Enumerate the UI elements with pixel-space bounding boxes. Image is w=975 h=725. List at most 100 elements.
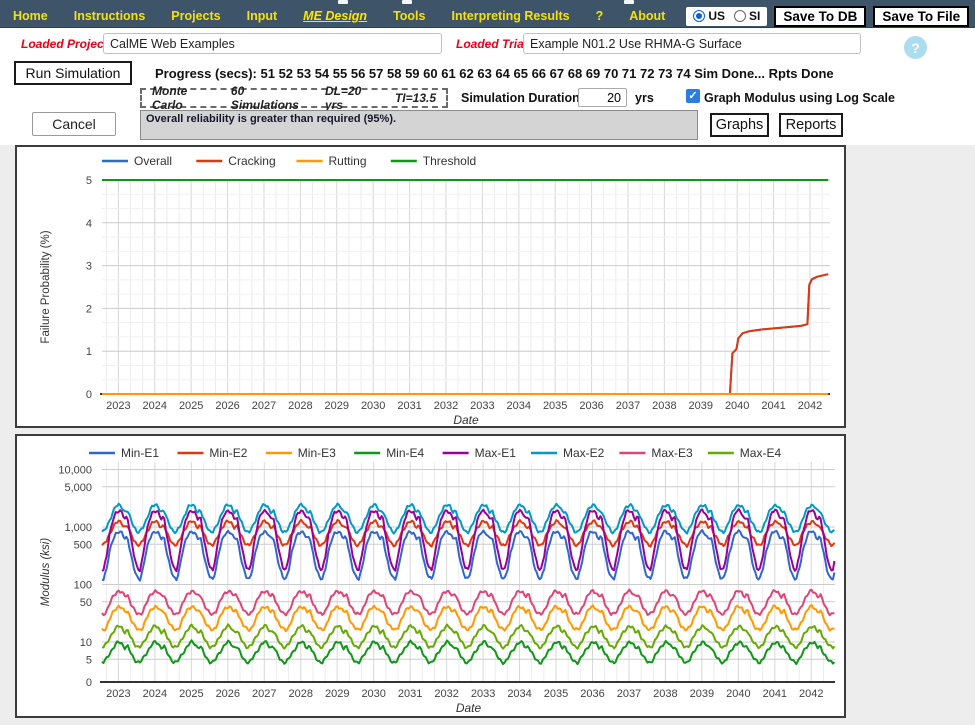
simulation-duration-label: Simulation Duration <box>461 91 580 105</box>
loaded-project-label: Loaded Project: <box>21 37 112 51</box>
svg-text:2041: 2041 <box>763 688 787 700</box>
radio-us-dot[interactable] <box>693 10 705 22</box>
svg-text:2041: 2041 <box>761 400 785 412</box>
log-scale-checkbox[interactable] <box>686 89 700 103</box>
save-to-db-button[interactable]: Save To DB <box>774 6 866 27</box>
svg-text:5: 5 <box>86 654 92 666</box>
nav-interpreting-results[interactable]: Interpreting Results <box>438 9 582 23</box>
radio-si-label: SI <box>749 9 760 23</box>
mc-design-life: DL=20 yrs <box>325 84 369 112</box>
svg-text:2023: 2023 <box>106 400 130 412</box>
title-fragment <box>338 0 348 4</box>
svg-text:2042: 2042 <box>798 400 822 412</box>
simulation-duration-input[interactable] <box>578 88 627 107</box>
svg-text:Modulus (ksi): Modulus (ksi) <box>40 538 52 607</box>
graphs-button[interactable]: Graphs <box>710 113 769 137</box>
radio-us-label: US <box>708 9 725 23</box>
radio-us[interactable]: US <box>693 9 725 23</box>
svg-text:Date: Date <box>453 413 479 426</box>
svg-text:Max-E3: Max-E3 <box>651 446 693 460</box>
nav-tools[interactable]: Tools <box>380 9 438 23</box>
svg-text:10,000: 10,000 <box>58 465 92 477</box>
svg-text:2031: 2031 <box>397 400 421 412</box>
svg-text:Min-E4: Min-E4 <box>386 446 424 460</box>
svg-text:Cracking: Cracking <box>228 154 275 168</box>
title-fragment <box>624 0 634 4</box>
svg-text:2038: 2038 <box>652 400 676 412</box>
radio-si[interactable]: SI <box>734 9 760 23</box>
nav-me-design[interactable]: ME Design <box>290 9 380 23</box>
nav-home[interactable]: Home <box>0 9 61 23</box>
svg-text:2026: 2026 <box>216 688 240 700</box>
mc-mode: Monte Carlo <box>152 84 205 112</box>
run-simulation-button[interactable]: Run Simulation <box>14 61 132 85</box>
svg-text:Threshold: Threshold <box>423 154 476 168</box>
svg-text:2037: 2037 <box>616 400 640 412</box>
svg-text:2034: 2034 <box>507 400 531 412</box>
nav-input[interactable]: Input <box>234 9 291 23</box>
svg-text:2034: 2034 <box>507 688 531 700</box>
svg-text:2032: 2032 <box>434 688 458 700</box>
svg-text:0: 0 <box>86 677 92 689</box>
svg-text:2030: 2030 <box>361 400 385 412</box>
nav-projects[interactable]: Projects <box>158 9 233 23</box>
svg-text:2029: 2029 <box>325 688 349 700</box>
svg-text:Min-E3: Min-E3 <box>298 446 336 460</box>
svg-text:3: 3 <box>86 261 92 273</box>
svg-text:Max-E1: Max-E1 <box>475 446 517 460</box>
svg-text:2035: 2035 <box>543 400 567 412</box>
svg-text:2032: 2032 <box>434 400 458 412</box>
svg-text:2037: 2037 <box>617 688 641 700</box>
svg-text:2028: 2028 <box>288 400 312 412</box>
help-icon[interactable]: ? <box>904 36 927 59</box>
units-toggle: US SI <box>686 7 767 26</box>
nav-about[interactable]: About <box>616 9 678 23</box>
loaded-trial-label: Loaded Trial: <box>456 37 531 51</box>
svg-text:2023: 2023 <box>106 688 130 700</box>
svg-text:2025: 2025 <box>179 688 203 700</box>
svg-text:2: 2 <box>86 303 92 315</box>
main-navbar: Home Instructions Projects Input ME Desi… <box>0 5 975 28</box>
svg-text:2024: 2024 <box>143 400 167 412</box>
nav-instructions[interactable]: Instructions <box>61 9 159 23</box>
svg-text:2033: 2033 <box>471 688 495 700</box>
svg-text:2033: 2033 <box>470 400 494 412</box>
svg-text:Min-E1: Min-E1 <box>121 446 159 460</box>
svg-text:2030: 2030 <box>361 688 385 700</box>
simulation-duration-units: yrs <box>635 91 654 105</box>
modulus-chart-svg: 10,0005,0001,000500100501050202320242025… <box>17 436 844 716</box>
calme-app: Home Instructions Projects Input ME Desi… <box>0 0 975 725</box>
svg-text:2035: 2035 <box>544 688 568 700</box>
log-scale-checkbox-label: Graph Modulus using Log Scale <box>704 91 895 105</box>
loaded-trial-input[interactable] <box>523 33 861 54</box>
failure-probability-chart: 0123452023202420252026202720282029203020… <box>15 145 846 428</box>
svg-text:2040: 2040 <box>726 688 750 700</box>
monte-carlo-summary: Monte Carlo 60 Simulations DL=20 yrs TI=… <box>140 88 448 108</box>
failure-probability-chart-svg: 0123452023202420252026202720282029203020… <box>17 147 844 426</box>
loaded-project-input[interactable] <box>103 33 442 54</box>
svg-text:2025: 2025 <box>179 400 203 412</box>
svg-text:1,000: 1,000 <box>64 522 92 534</box>
reliability-status-box: Overall reliability is greater than requ… <box>140 110 698 140</box>
svg-text:50: 50 <box>80 597 92 609</box>
svg-text:Rutting: Rutting <box>329 154 367 168</box>
save-to-file-button[interactable]: Save To File <box>873 6 969 27</box>
reports-button[interactable]: Reports <box>779 113 843 137</box>
svg-text:0: 0 <box>86 389 92 401</box>
svg-text:4: 4 <box>86 218 92 230</box>
svg-text:2036: 2036 <box>580 688 604 700</box>
svg-text:100: 100 <box>74 580 92 592</box>
svg-text:2038: 2038 <box>653 688 677 700</box>
nav-help[interactable]: ? <box>583 9 617 23</box>
svg-text:Min-E2: Min-E2 <box>209 446 247 460</box>
radio-si-dot[interactable] <box>734 10 746 22</box>
svg-text:2042: 2042 <box>799 688 823 700</box>
svg-text:1: 1 <box>86 346 92 358</box>
svg-text:2031: 2031 <box>398 688 422 700</box>
modulus-chart: 10,0005,0001,000500100501050202320242025… <box>15 434 846 718</box>
svg-text:2027: 2027 <box>252 688 276 700</box>
svg-text:Date: Date <box>456 701 482 715</box>
cancel-button[interactable]: Cancel <box>32 112 116 136</box>
svg-text:Failure Probability (%): Failure Probability (%) <box>40 230 52 343</box>
mc-traffic-index: TI=13.5 <box>395 91 436 105</box>
